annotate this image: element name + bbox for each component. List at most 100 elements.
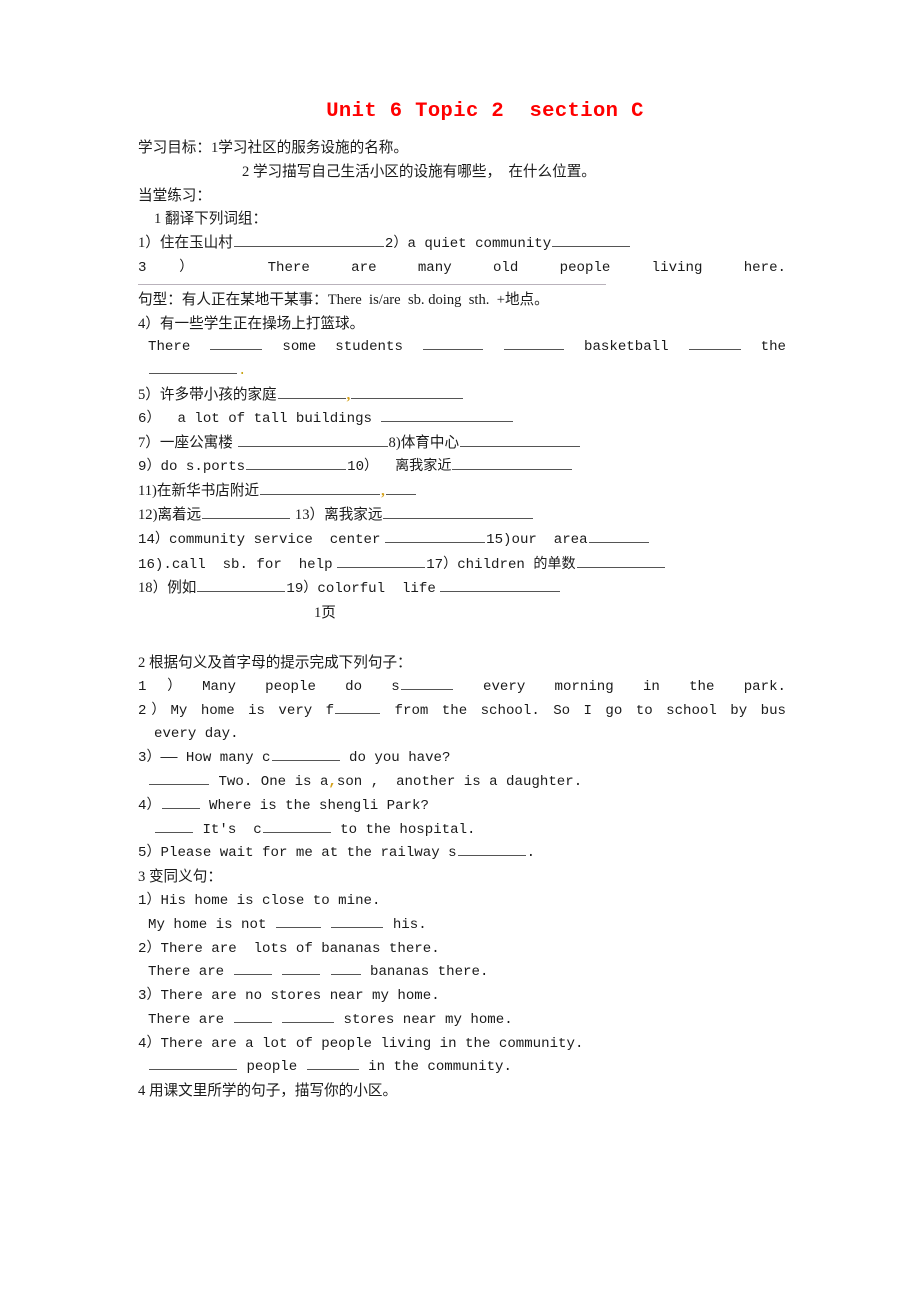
item4-ans-a: There xyxy=(148,339,191,356)
q3-blank[interactable] xyxy=(271,747,340,762)
item11-blank-b[interactable] xyxy=(385,481,416,496)
s1-blank-1[interactable] xyxy=(275,914,321,928)
s2-blank-1[interactable] xyxy=(233,961,272,976)
section3-s4-b: people in the community. xyxy=(138,1056,786,1080)
q5-blank[interactable] xyxy=(457,842,526,857)
item10-blank[interactable] xyxy=(452,456,573,471)
section1-item-6: 6） a lot of tall buildings xyxy=(138,408,786,432)
item2-blank[interactable] xyxy=(552,233,631,248)
item11-blank-a[interactable] xyxy=(260,481,381,496)
section1-item-3: 3） There are many old people living here… xyxy=(138,257,786,281)
s2-blank-2[interactable] xyxy=(282,961,321,976)
section2-heading: 2 根据句义及首字母的提示完成下列句子： xyxy=(138,654,412,671)
item4-blank-1[interactable] xyxy=(210,336,263,351)
objectives-line-2: 2 学习描写自己生活小区的设施有哪些， 在什么位置。 xyxy=(242,163,596,180)
item9-blank[interactable] xyxy=(246,456,347,471)
item10-label: 10） 离我家近 xyxy=(347,459,452,476)
item18-label: 18）例如 xyxy=(138,580,197,597)
item5-blank-b[interactable] xyxy=(351,385,464,399)
q4-ans-a: It's xyxy=(202,821,237,838)
q2-text: 2）My home is very f xyxy=(138,702,335,719)
section1-item-16: 16).call sb. for help 17）children 的单数 xyxy=(138,553,786,578)
s1-b-post: his. xyxy=(392,916,427,933)
page-marker: 1页 xyxy=(314,605,336,622)
page-title: Unit 6 Topic 2 section C xyxy=(326,100,644,123)
item3-label: 3） xyxy=(138,259,227,276)
s1-blank-2[interactable] xyxy=(331,914,384,928)
item1-label: 1）住在玉山村 xyxy=(138,235,233,252)
section3-s3-b: There are stores near my home. xyxy=(138,1009,786,1033)
section3-s4-a: 4）There are a lot of people living in th… xyxy=(138,1035,584,1052)
s1-b-pre: My home is not xyxy=(148,916,267,933)
q4-ans-blank-2[interactable] xyxy=(262,819,331,833)
item5-label: 5）许多带小孩的家庭 xyxy=(138,386,277,403)
item4-blank-2[interactable] xyxy=(422,336,483,351)
item4-blank-4[interactable] xyxy=(688,336,741,351)
item15-blank[interactable] xyxy=(588,528,649,543)
item14-label: 14）community service center xyxy=(138,531,381,548)
section2-q2-cont: every day. xyxy=(154,726,239,743)
item8-blank[interactable] xyxy=(460,432,581,447)
q4-ans-blank-1[interactable] xyxy=(155,819,193,833)
item12-blank[interactable] xyxy=(202,505,291,519)
section3-s2-b: There are bananas there. xyxy=(138,961,786,985)
q3-ans-blank[interactable] xyxy=(149,771,209,785)
s3-blank-2[interactable] xyxy=(282,1009,335,1023)
q2-tail: from the school. So I go to school by bu… xyxy=(394,702,786,719)
section3-s1-b: My home is not his. xyxy=(138,914,786,938)
item17-blank[interactable] xyxy=(576,553,665,568)
q1-tail: every morning in the park. xyxy=(482,678,786,695)
section2-q2: 2）My home is very f from the school. So … xyxy=(138,700,786,724)
section4-heading: 4 用课文里所学的句子，描写你的小区。 xyxy=(138,1083,398,1100)
item11-mark: , xyxy=(381,483,385,500)
item4-text: 有一些学生正在操场上打篮球。 xyxy=(159,315,365,332)
s2-blank-3[interactable] xyxy=(330,961,361,976)
section1-item-11: 11)在新华书店附近, xyxy=(138,480,786,504)
s4-blank-1[interactable] xyxy=(149,1057,237,1071)
document-body: Unit 6 Topic 2 section C 学习目标：1学习社区的服务设施… xyxy=(138,100,786,1104)
item3-text: There are many old people living here. xyxy=(267,259,787,276)
q1-text: 1）Many people do s xyxy=(138,678,400,695)
s2-b-post: bananas there. xyxy=(370,964,489,981)
s3-blank-1[interactable] xyxy=(233,1009,272,1023)
item7-blank[interactable] xyxy=(237,432,388,447)
q1-blank[interactable] xyxy=(400,676,453,690)
item5-blank-a[interactable] xyxy=(277,385,346,399)
item6-blank[interactable] xyxy=(381,408,514,422)
q3-mark: , xyxy=(328,773,337,790)
item13-blank[interactable] xyxy=(383,505,534,519)
section1-item-12: 12)离着远 13）离我家远 xyxy=(138,504,786,528)
s4-b-mid: people xyxy=(246,1059,298,1076)
s4-b-post: in the community. xyxy=(368,1059,512,1076)
item12-label: 12)离着远 xyxy=(138,506,202,523)
section1-item-1: 1）住在玉山村 2）a quiet community xyxy=(138,232,786,257)
q3-tail: do you have? xyxy=(348,750,451,767)
s4-blank-2[interactable] xyxy=(306,1057,359,1071)
item15-label: 15)our area xyxy=(486,531,588,548)
q4-tail: Where is the shengli Park? xyxy=(209,797,429,814)
s3-b-pre: There are xyxy=(148,1011,225,1028)
item18-blank[interactable] xyxy=(197,578,286,593)
item1-blank[interactable] xyxy=(233,233,384,248)
section2-q4: 4） Where is the shengli Park? xyxy=(138,795,786,819)
item4-ans-c: students xyxy=(335,339,403,356)
q4-text: 4） xyxy=(138,797,161,814)
item4-trailing-dot: . xyxy=(238,363,247,380)
section2-q4-answer: It's c to the hospital. xyxy=(138,819,786,843)
q5-tail: . xyxy=(526,845,536,862)
q4-ans-tail: to the hospital. xyxy=(340,821,476,838)
item6-label: 6） a lot of tall buildings xyxy=(138,410,372,427)
section3-s3-a: 3）There are no stores near my home. xyxy=(138,988,440,1005)
item13-label: 13）离我家远 xyxy=(294,506,383,523)
item4-ans-b: some xyxy=(282,339,317,356)
q2-blank[interactable] xyxy=(335,700,381,714)
item14-blank[interactable] xyxy=(385,528,486,543)
item4-blank-5[interactable] xyxy=(149,360,237,375)
item19-blank[interactable] xyxy=(440,578,561,593)
item4-blank-3[interactable] xyxy=(503,336,564,351)
q4-blank[interactable] xyxy=(161,795,200,809)
q3-text: 3）—— How many c xyxy=(138,750,271,767)
item4-ans-d: basketball xyxy=(584,339,669,356)
section1-item-4-answer: There some students basketball the xyxy=(138,336,786,360)
item16-blank[interactable] xyxy=(337,553,426,568)
